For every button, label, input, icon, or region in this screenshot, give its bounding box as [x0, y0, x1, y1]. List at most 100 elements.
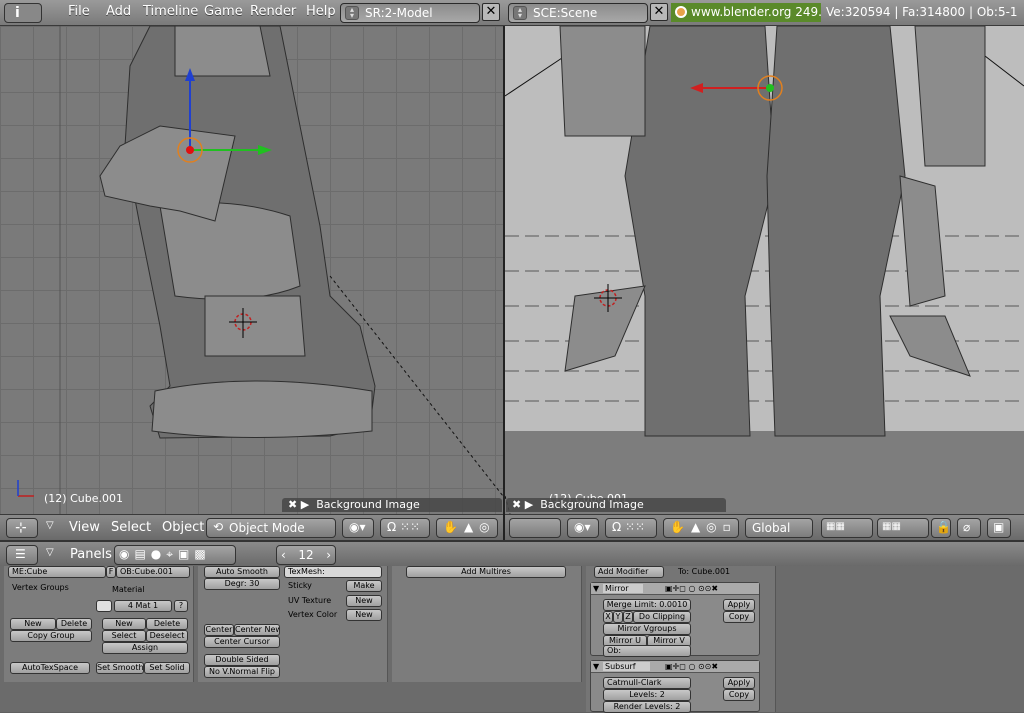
menu-help[interactable]: Help	[306, 4, 336, 19]
material-index-field[interactable]: 4 Mat 1	[114, 600, 172, 612]
no-vnormal-flip-button[interactable]: No V.Normal Flip	[204, 666, 280, 678]
mirror-vgroups-toggle[interactable]: Mirror Vgroups	[603, 623, 691, 635]
arrow-left-icon: ‹	[281, 548, 286, 562]
collapse-arrow-icon[interactable]: ▽	[46, 547, 54, 558]
manipulator-buttons[interactable]: ✋▲◎▫	[663, 518, 739, 538]
editor-type-icon[interactable]: ⊹	[6, 518, 38, 538]
center-cursor-button[interactable]: Center Cursor	[204, 636, 280, 648]
scene-selector[interactable]: ▴ ▾ SCE:Scene	[508, 3, 648, 23]
mesh-name-field[interactable]: ME:Cube	[8, 566, 106, 578]
3d-viewport-left[interactable]: (12) Cube.001	[0, 26, 503, 514]
texmesh-field[interactable]: TexMesh:	[284, 566, 382, 578]
mirror-object-field[interactable]: Ob:	[603, 645, 691, 657]
do-clipping-toggle[interactable]: Do Clipping	[633, 611, 691, 623]
material-select-button[interactable]: Select	[102, 630, 146, 642]
vgroup-new-button[interactable]: New	[10, 618, 56, 630]
add-multires-button[interactable]: Add Multires	[406, 566, 566, 578]
panels-label[interactable]: Panels	[70, 547, 112, 562]
mirror-apply-button[interactable]: Apply	[723, 599, 755, 611]
close-icon[interactable]: ✖ ▶	[512, 498, 533, 511]
double-sided-button[interactable]: Double Sided	[204, 654, 280, 666]
mirror-modifier-header[interactable]: ▼ Mirror ▣✛◻ ○ ⊙⊙✖	[591, 583, 759, 595]
scene-stats: Ve:320594 | Fa:314800 | Ob:5-1	[826, 5, 1018, 19]
orientation-selector[interactable]: Global	[745, 518, 813, 538]
modifier-toggle-icons: ▣✛◻ ○ ⊙⊙✖	[665, 584, 719, 593]
subsurf-copy-button[interactable]: Copy	[723, 689, 755, 701]
copy-group-button[interactable]: Copy Group	[10, 630, 92, 642]
manipulator-buttons[interactable]: ✋▲◎	[436, 518, 498, 538]
material-assign-button[interactable]: Assign	[102, 642, 188, 654]
menu-select[interactable]: Select	[111, 520, 151, 535]
draw-type-button[interactable]: ◉▾	[567, 518, 599, 538]
mode-selector-right[interactable]	[509, 518, 561, 538]
auto-smooth-button[interactable]: Auto Smooth	[204, 566, 280, 578]
sticky-make-button[interactable]: Make	[346, 580, 382, 592]
layers-icon: ▦▦	[826, 521, 845, 532]
delete-screen-button[interactable]: ✕	[482, 3, 500, 21]
frame-field[interactable]: ‹ 12 ›	[276, 545, 336, 565]
menu-timeline[interactable]: Timeline	[143, 4, 198, 19]
viewport-divider[interactable]	[503, 26, 505, 540]
vcol-new-button[interactable]: New	[346, 609, 382, 621]
delete-scene-button[interactable]: ✕	[650, 3, 668, 21]
lock-icon[interactable]: 🔒	[931, 518, 951, 538]
merge-limit-field[interactable]: Merge Limit: 0.0010	[603, 599, 691, 611]
degr-field[interactable]: Degr: 30	[204, 578, 280, 590]
subsurf-levels-field[interactable]: Levels: 2	[603, 689, 691, 701]
draw-type-button[interactable]: ◉▾	[342, 518, 374, 538]
context-buttons[interactable]: ◉▤●⌖▣▩	[114, 545, 236, 565]
screen-selector[interactable]: ▴ ▾ SR:2-Model	[340, 3, 480, 23]
set-solid-button[interactable]: Set Solid	[144, 662, 190, 674]
arrows-icon: ▴ ▾	[513, 6, 527, 20]
subsurf-apply-button[interactable]: Apply	[723, 677, 755, 689]
subsurf-type-selector[interactable]: Catmull-Clark	[603, 677, 691, 689]
collapse-arrow-icon[interactable]: ▽	[46, 520, 54, 531]
material-new-button[interactable]: New	[102, 618, 146, 630]
autotexspace-button[interactable]: AutoTexSpace	[10, 662, 90, 674]
material-color-swatch[interactable]	[96, 600, 112, 612]
url-text: www.blender.org 249.2	[691, 5, 821, 19]
close-icon[interactable]: ✖ ▶	[288, 498, 309, 511]
mirror-z-toggle[interactable]: Z	[623, 611, 633, 623]
3d-viewport-right[interactable]: (12) Cube.001	[505, 26, 1024, 514]
menu-object[interactable]: Object	[162, 520, 204, 535]
menu-view[interactable]: View	[69, 520, 100, 535]
center-button[interactable]: Center	[204, 624, 234, 636]
fake-user-button[interactable]: F	[106, 566, 116, 578]
material-deselect-button[interactable]: Deselect	[146, 630, 188, 642]
orientation-value: Global	[752, 521, 791, 535]
menu-add[interactable]: Add	[106, 4, 131, 19]
vgroup-delete-button[interactable]: Delete	[56, 618, 92, 630]
menu-render[interactable]: Render	[250, 4, 296, 19]
info-icon[interactable]: i	[4, 3, 42, 23]
manipulator-icon: ✋▲◎	[443, 520, 496, 534]
mirror-y-toggle[interactable]: Y	[613, 611, 623, 623]
snap-icon[interactable]: ⌀	[957, 518, 981, 538]
mesh-panel: Auto Smooth Degr: 30 TexMesh: Sticky Mak…	[198, 566, 388, 682]
mirror-copy-button[interactable]: Copy	[723, 611, 755, 623]
mode-selector[interactable]: ⟲ Object Mode	[206, 518, 336, 538]
layers-group-2[interactable]: ▦▦	[877, 518, 929, 538]
center-new-button[interactable]: Center New	[234, 624, 280, 636]
mirror-x-toggle[interactable]: X	[603, 611, 613, 623]
add-modifier-button[interactable]: Add Modifier	[594, 566, 664, 578]
uv-new-button[interactable]: New	[346, 595, 382, 607]
render-icon[interactable]: ▣	[987, 518, 1011, 538]
set-smooth-button[interactable]: Set Smooth	[96, 662, 144, 674]
subsurf-render-levels-field[interactable]: Render Levels: 2	[603, 701, 691, 713]
material-delete-button[interactable]: Delete	[146, 618, 188, 630]
subsurf-modifier-header[interactable]: ▼ Subsurf ▣✛◻ ○ ⊙⊙✖	[591, 661, 759, 673]
pivot-button[interactable]: Ω ⁙⁙	[380, 518, 430, 538]
link-materials-panel: ME:Cube F OB:Cube.001 Vertex Groups Mate…	[4, 566, 194, 682]
object-name-field[interactable]: OB:Cube.001	[116, 566, 190, 578]
background-image-panel-left[interactable]: ✖ ▶ Background Image	[282, 498, 502, 512]
menu-file[interactable]: File	[68, 4, 90, 19]
editor-type-icon[interactable]: ☰	[6, 545, 38, 565]
material-help-button[interactable]: ?	[174, 600, 188, 612]
layers-group-1[interactable]: ▦▦	[821, 518, 873, 538]
background-image-panel-right[interactable]: ✖ ▶ Background Image	[506, 498, 726, 512]
pivot-button[interactable]: Ω ⁙⁙	[605, 518, 657, 538]
panel-title: Background Image	[540, 498, 644, 511]
menu-game[interactable]: Game	[204, 4, 243, 19]
blender-url[interactable]: www.blender.org 249.2	[671, 3, 821, 22]
